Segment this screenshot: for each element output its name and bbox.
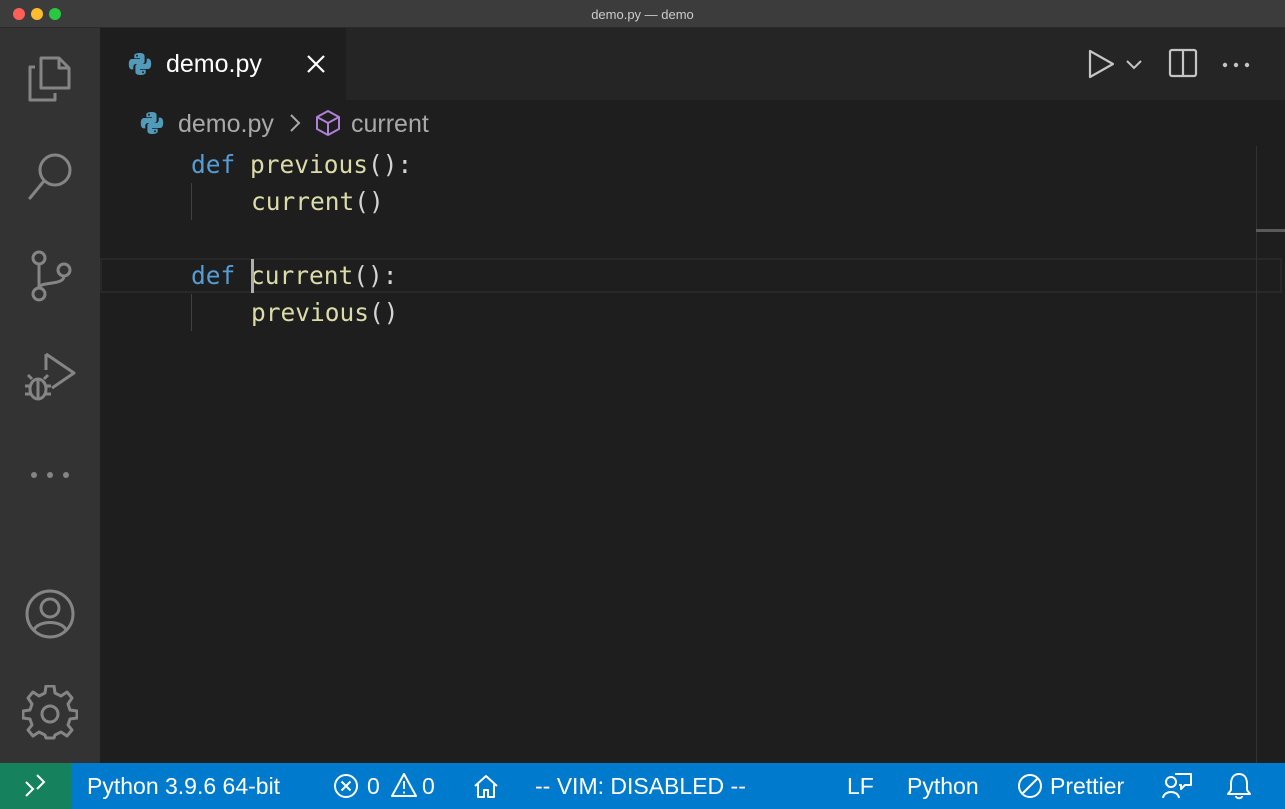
status-bar: Python 3.9.6 64-bit 0 0 -- VIM: DISABLED… bbox=[0, 763, 1285, 809]
code-line-5: previous() bbox=[251, 294, 399, 331]
run-debug-icon[interactable] bbox=[22, 348, 78, 404]
language-mode[interactable]: Python bbox=[907, 773, 979, 800]
punctuation: (): bbox=[368, 150, 413, 179]
account-icon[interactable] bbox=[22, 586, 78, 642]
tab-demo-py[interactable]: demo.py bbox=[100, 28, 346, 100]
split-editor-icon[interactable] bbox=[1168, 48, 1198, 78]
breadcrumb-file[interactable]: demo.py bbox=[178, 110, 274, 139]
tab-label: demo.py bbox=[166, 50, 262, 78]
chevron-right-icon bbox=[290, 114, 301, 132]
function-name: current bbox=[250, 261, 354, 290]
error-count[interactable]: 0 bbox=[367, 773, 380, 800]
text-cursor bbox=[251, 259, 254, 293]
chevron-down-icon[interactable] bbox=[1124, 56, 1144, 72]
function-name: previous bbox=[250, 150, 369, 179]
overview-ruler[interactable] bbox=[1256, 146, 1257, 763]
punctuation: (): bbox=[353, 261, 398, 290]
breadcrumb-symbol[interactable]: current bbox=[351, 110, 429, 139]
window-title: demo.py — demo bbox=[591, 7, 694, 22]
cursor-position-marker bbox=[1256, 229, 1285, 232]
function-call: current bbox=[251, 187, 355, 216]
keyword: def bbox=[191, 261, 236, 290]
punctuation: () bbox=[354, 187, 384, 216]
warning-icon[interactable] bbox=[390, 772, 418, 798]
function-call: previous bbox=[251, 298, 370, 327]
punctuation: () bbox=[369, 298, 399, 327]
prettier-disabled-icon[interactable] bbox=[1017, 773, 1043, 799]
code-line-1: def previous(): bbox=[191, 146, 412, 183]
warning-count[interactable]: 0 bbox=[422, 773, 435, 800]
prettier-formatter[interactable]: Prettier bbox=[1050, 773, 1124, 800]
gear-icon[interactable] bbox=[21, 684, 79, 741]
search-icon[interactable] bbox=[22, 148, 78, 204]
activity-bar bbox=[0, 28, 100, 763]
files-icon[interactable] bbox=[22, 48, 78, 104]
feedback-icon[interactable] bbox=[1162, 772, 1192, 800]
python-icon bbox=[128, 53, 152, 75]
indent-guide bbox=[191, 294, 192, 331]
vim-mode[interactable]: -- VIM: DISABLED -- bbox=[535, 773, 746, 800]
code-line-4: def current(): bbox=[191, 257, 398, 294]
remote-indicator[interactable] bbox=[0, 763, 71, 809]
home-icon[interactable] bbox=[472, 773, 500, 799]
bell-icon[interactable] bbox=[1226, 771, 1252, 801]
ellipsis-icon[interactable] bbox=[22, 448, 78, 504]
more-actions-icon[interactable] bbox=[1220, 48, 1252, 80]
python-interpreter[interactable]: Python 3.9.6 64-bit bbox=[87, 773, 280, 800]
python-icon bbox=[140, 112, 164, 134]
end-of-line[interactable]: LF bbox=[847, 773, 874, 800]
indent-guide bbox=[191, 183, 192, 220]
error-icon[interactable] bbox=[333, 773, 359, 799]
title-bar: demo.py — demo bbox=[0, 0, 1285, 28]
run-icon[interactable] bbox=[1085, 48, 1117, 80]
editor-tabs-bar: demo.py bbox=[100, 28, 1285, 100]
keyword: def bbox=[191, 150, 236, 179]
source-control-icon[interactable] bbox=[22, 248, 78, 304]
cube-icon bbox=[316, 110, 340, 136]
breadcrumb: demo.py current bbox=[100, 100, 1285, 146]
remote-icon bbox=[25, 774, 46, 797]
code-line-2: current() bbox=[251, 183, 384, 220]
close-icon[interactable] bbox=[304, 52, 328, 76]
